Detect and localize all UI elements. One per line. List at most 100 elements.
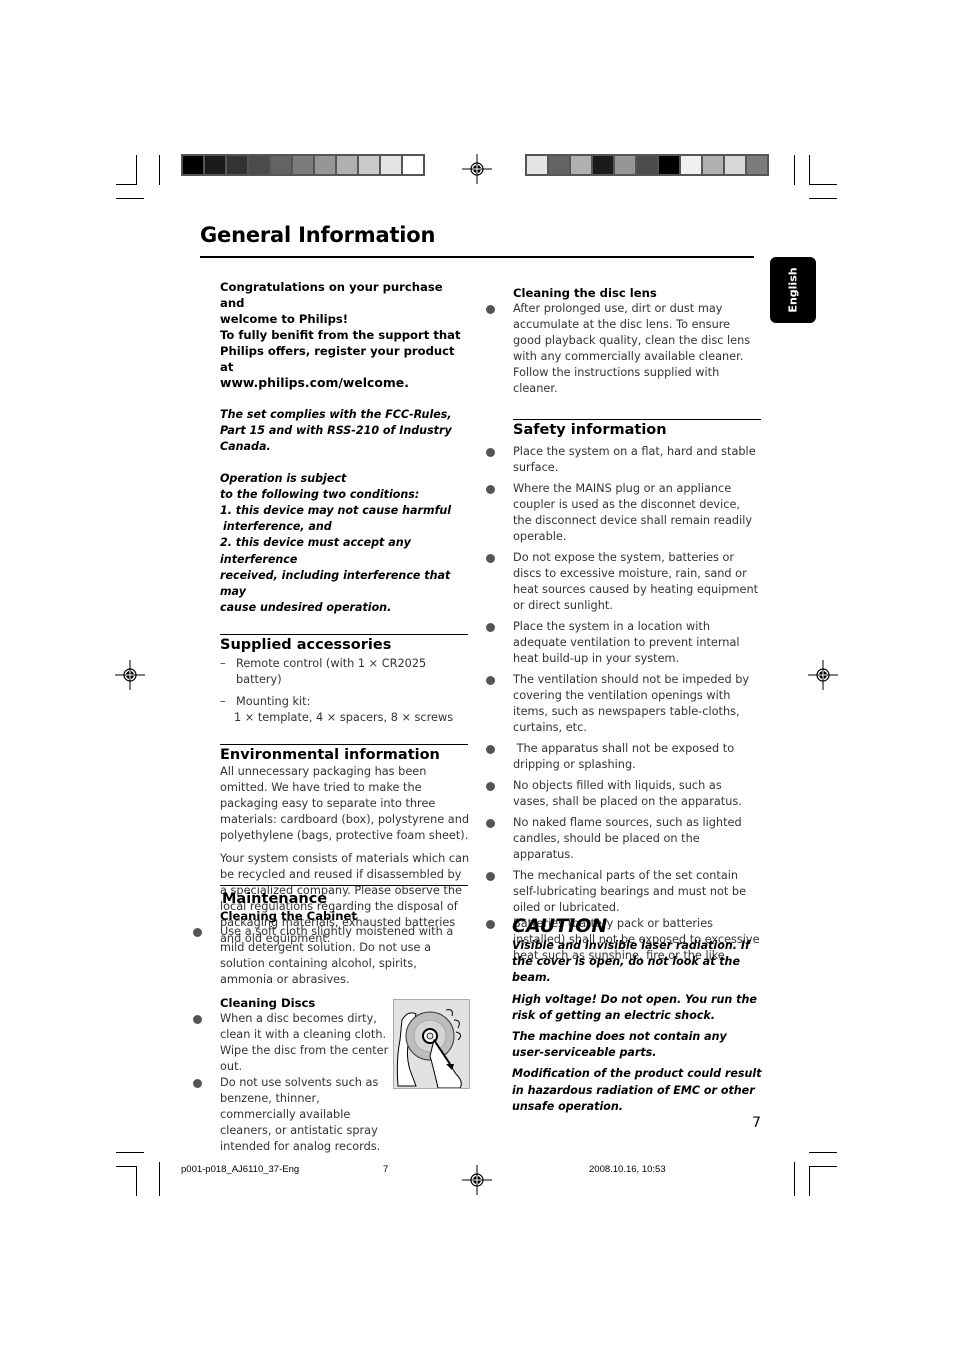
crop-mark bbox=[159, 155, 160, 185]
list-item: – Mounting kit: 1 × template, 4 × spacer… bbox=[220, 694, 470, 726]
section-divider bbox=[220, 634, 468, 636]
intro-line: Philips offers, register your product at bbox=[220, 344, 455, 374]
crop-mark bbox=[116, 198, 144, 199]
color-swatch bbox=[403, 156, 423, 174]
safety-list: Place the system on a flat, hard and sta… bbox=[486, 444, 761, 964]
list-item: The mechanical parts of the set contain … bbox=[486, 868, 761, 916]
bullet-icon bbox=[486, 305, 495, 314]
list-item: – Remote control (with 1 × CR2025 batter… bbox=[220, 656, 470, 688]
section-divider bbox=[220, 744, 468, 746]
list-item: Do not expose the system, batteries or d… bbox=[486, 550, 761, 614]
section-heading-safety: Safety information bbox=[513, 422, 667, 438]
color-swatch bbox=[637, 156, 657, 174]
dash-marker: – bbox=[220, 695, 226, 709]
list-item: Do not use solvents such as benzene, thi… bbox=[193, 1075, 392, 1155]
bullet-icon bbox=[486, 485, 495, 494]
list-item: No naked flame sources, such as lighted … bbox=[486, 815, 761, 863]
item-text: Do not expose the system, batteries or d… bbox=[513, 551, 759, 612]
registration-mark-icon bbox=[462, 1165, 492, 1195]
item-text: Place the system on a flat, hard and sta… bbox=[513, 445, 756, 474]
bullet-icon bbox=[486, 554, 495, 563]
intro-block: Congratulations on your purchase and wel… bbox=[220, 279, 470, 391]
list-item: Place the system in a location with adeq… bbox=[486, 619, 761, 667]
page-title: General Information bbox=[200, 223, 436, 247]
caution-paragraph: Visible and invisible laser radiation. I… bbox=[512, 939, 750, 985]
disc-cleaning-icon bbox=[396, 1009, 462, 1089]
bullet-icon bbox=[486, 782, 495, 791]
section-heading-accessories: Supplied accessories bbox=[220, 637, 392, 654]
caution-body: Visible and invisible laser radiation. I… bbox=[512, 938, 762, 1115]
section-divider bbox=[513, 419, 761, 420]
item-text: The ventilation should not be impeded by… bbox=[513, 673, 750, 734]
registration-mark-icon bbox=[808, 660, 838, 690]
item-text: Do not use solvents such as benzene, thi… bbox=[220, 1076, 381, 1153]
fcc-line: The set complies with the FCC-Rules, bbox=[220, 408, 452, 421]
color-swatch bbox=[615, 156, 635, 174]
color-swatch bbox=[359, 156, 379, 174]
bullet-icon bbox=[486, 623, 495, 632]
item-text: Where the MAINS plug or an appliance cou… bbox=[513, 482, 753, 543]
left-column: Congratulations on your purchase and wel… bbox=[220, 279, 470, 947]
crop-mark bbox=[116, 1166, 137, 1167]
caution-heading: CAUTION bbox=[512, 915, 608, 937]
item-text: The mechanical parts of the set contain … bbox=[513, 869, 747, 914]
footer-filename: p001-p018_AJ6110_37-Eng bbox=[181, 1164, 300, 1175]
intro-line: welcome to Philips! bbox=[220, 312, 349, 326]
registration-mark-icon bbox=[462, 154, 492, 184]
operation-line: cause undesired operation. bbox=[220, 601, 392, 615]
operation-line: Operation is subject bbox=[220, 471, 347, 485]
intro-line: To fully benifit from the support that bbox=[220, 328, 461, 342]
item-text: Remote control (with 1 × CR2025 battery) bbox=[236, 657, 427, 687]
crop-mark bbox=[809, 198, 837, 199]
crop-mark bbox=[809, 155, 810, 185]
intro-line: Congratulations on your purchase and bbox=[220, 280, 443, 310]
color-swatch bbox=[571, 156, 591, 174]
operation-line: 1. this device may not cause harmful bbox=[220, 504, 452, 518]
color-swatch bbox=[527, 156, 547, 174]
bullet-icon bbox=[486, 676, 495, 685]
disc-cleaning-illustration bbox=[393, 999, 470, 1089]
list-item: The apparatus shall not be exposed to dr… bbox=[486, 741, 761, 773]
bullet-icon bbox=[486, 920, 495, 929]
operation-line: received, including interference that ma… bbox=[220, 568, 451, 599]
color-swatch bbox=[271, 156, 291, 174]
crop-mark bbox=[809, 1166, 837, 1167]
fcc-line: Part 15 and with RSS-210 of Industry bbox=[220, 424, 452, 438]
philips-welcome-link[interactable]: www.philips.com/welcome. bbox=[220, 375, 470, 391]
caution-paragraph: High voltage! Do not open. You run the r… bbox=[512, 992, 757, 1022]
footer-timestamp: 2008.10.16, 10:53 bbox=[589, 1164, 666, 1175]
fcc-compliance: The set complies with the FCC-Rules, Par… bbox=[220, 407, 470, 456]
color-swatch bbox=[183, 156, 203, 174]
bullet-icon bbox=[193, 928, 202, 937]
section-heading-environment: Environmental information bbox=[220, 747, 440, 764]
list-item: After prolonged use, dirt or dust may ac… bbox=[486, 301, 761, 397]
dash-marker: – bbox=[220, 657, 226, 671]
crop-mark bbox=[136, 1166, 137, 1196]
list-item: Where the MAINS plug or an appliance cou… bbox=[486, 481, 761, 545]
color-swatch bbox=[249, 156, 269, 174]
section-divider bbox=[220, 885, 468, 886]
operation-line: interference, and bbox=[223, 520, 332, 534]
list-item: The ventilation should not be impeded by… bbox=[486, 672, 761, 736]
color-swatch bbox=[337, 156, 357, 174]
list-item: Place the system on a flat, hard and sta… bbox=[486, 444, 761, 476]
bullet-icon bbox=[486, 448, 495, 457]
crop-mark bbox=[116, 184, 137, 185]
bullet-icon bbox=[193, 1079, 202, 1088]
crop-mark bbox=[794, 155, 795, 185]
color-swatch bbox=[315, 156, 335, 174]
list-item: When a disc becomes dirty, clean it with… bbox=[193, 1011, 390, 1075]
color-swatch bbox=[703, 156, 723, 174]
color-swatch bbox=[725, 156, 745, 174]
color-swatch bbox=[747, 156, 767, 174]
item-text: When a disc becomes dirty, clean it with… bbox=[220, 1012, 389, 1073]
item-text: Mounting kit: bbox=[236, 695, 311, 709]
accessories-list: – Remote control (with 1 × CR2025 batter… bbox=[220, 656, 470, 726]
color-swatch bbox=[593, 156, 613, 174]
item-text: No objects filled with liquids, such as … bbox=[513, 779, 742, 808]
right-column: Cleaning the disc lens After prolonged u… bbox=[486, 285, 761, 964]
crop-mark bbox=[794, 1162, 795, 1196]
item-text: No naked flame sources, such as lighted … bbox=[513, 816, 742, 861]
color-swatch bbox=[293, 156, 313, 174]
subheading-cabinet: Cleaning the Cabinet bbox=[220, 909, 357, 923]
